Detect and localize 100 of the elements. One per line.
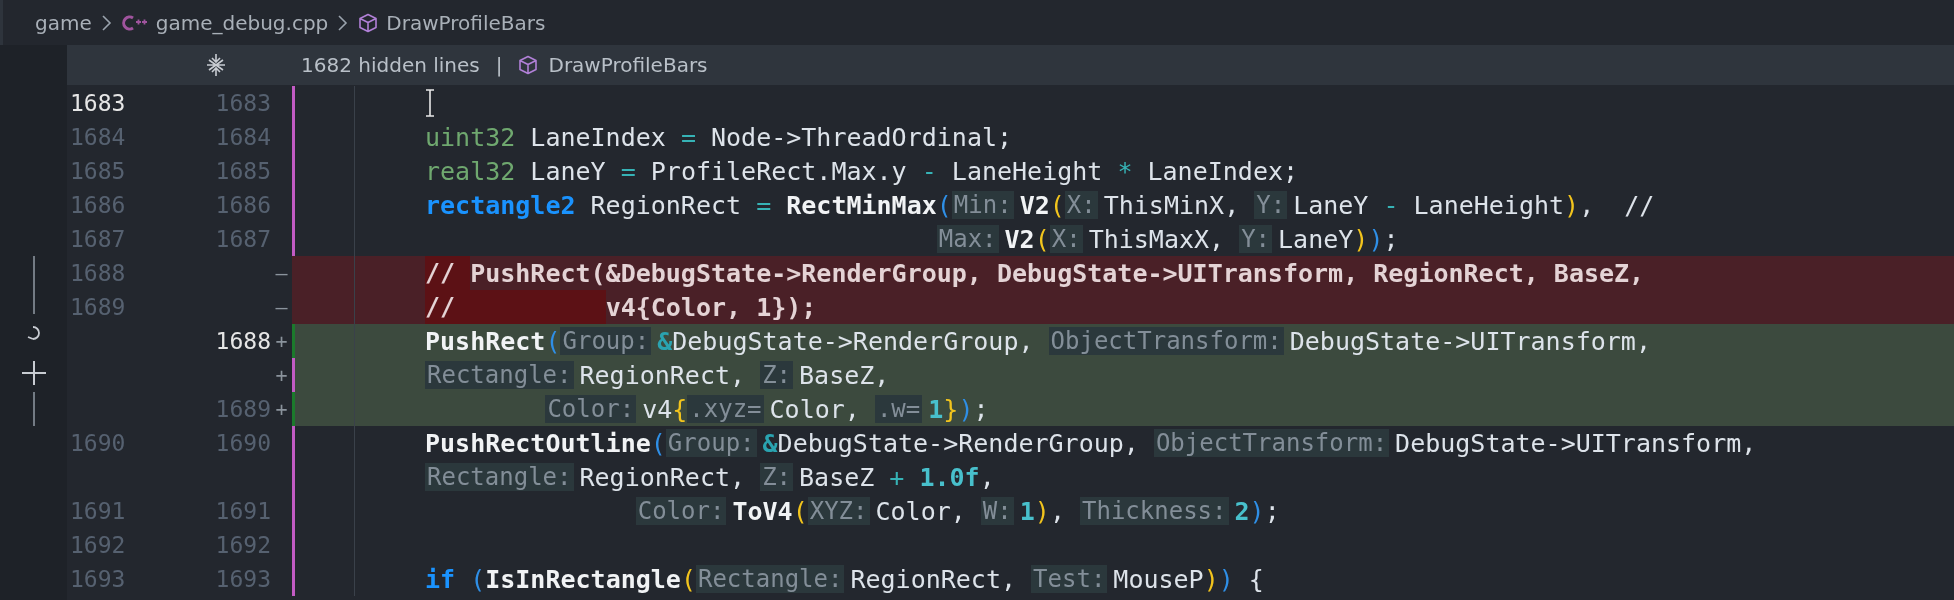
hidden-lines-label[interactable]: 1682 hidden lines: [301, 53, 480, 77]
code-token: V2: [1004, 224, 1035, 254]
code-token: ProfileRect.Max.y: [649, 156, 908, 186]
code-token: LaneHeight: [950, 156, 1104, 186]
code-token: ): [1034, 496, 1050, 526]
line-number: 1687: [214, 225, 271, 254]
code-token: (: [1049, 190, 1065, 220]
inlay-hint: Thickness:: [1080, 497, 1229, 525]
code-token: LaneIndex: [529, 122, 667, 152]
code-token: (: [650, 428, 666, 458]
line-number: 1683: [69, 89, 127, 118]
line-number: 1683: [214, 89, 271, 118]
code-token: ): [958, 394, 974, 424]
cube-icon: [358, 12, 379, 33]
code-token: PushRect(&DebugState->RenderGroup, DebugState->UITransform, RegionRect, BaseZ,: [470, 258, 1645, 288]
code-token: v4: [642, 394, 673, 424]
inlay-hint: Rectangle:: [425, 463, 574, 491]
cpp-file-icon: [121, 13, 148, 32]
code-token: ): [1564, 190, 1580, 220]
code-token: Color,: [769, 394, 861, 424]
code-token: DebugState->UITransform,: [1395, 428, 1757, 458]
inlay-hint: X:: [1049, 225, 1083, 253]
line-number: 1684: [214, 123, 271, 152]
code-token: LaneIndex;: [1146, 156, 1299, 186]
breadcrumb-item[interactable]: DrawProfileBars: [386, 10, 546, 35]
code-token: RectMinMax: [785, 190, 937, 220]
code-token: ThisMaxX,: [1088, 224, 1226, 254]
cube-icon: [518, 55, 539, 75]
inlay-hint: W:: [980, 497, 1014, 525]
line-number: 1691: [69, 497, 127, 526]
inlay-hint: Group:: [560, 327, 652, 355]
line-number: 1689: [214, 395, 271, 424]
line-number: 1691: [214, 497, 271, 526]
line-number: 1685: [69, 157, 127, 186]
line-number: 1688: [214, 327, 271, 356]
code-token: (: [680, 564, 696, 594]
code-token: IsInRectangle: [485, 564, 681, 594]
diff-marker: —: [274, 260, 289, 287]
inlay-hint: Color:: [635, 497, 727, 525]
code-token: LaneY: [529, 156, 607, 186]
code-token: RegionRect,: [579, 462, 747, 492]
plus-icon: [20, 360, 47, 386]
code-token: DebugState->RenderGroup,: [672, 326, 1035, 356]
diff-marker: +: [274, 328, 289, 355]
code-token: -: [921, 156, 937, 186]
separator: |: [495, 53, 503, 77]
inlay-hint: Y:: [1254, 191, 1288, 219]
code-token: RegionRect: [589, 190, 743, 220]
inlay-hint: Y:: [1239, 225, 1273, 253]
chevron-icon: [99, 12, 114, 33]
code-token: ;: [1383, 224, 1399, 254]
code-token: =: [620, 156, 636, 186]
breadcrumb-item[interactable]: game: [35, 10, 92, 35]
code-token: {: [1247, 564, 1264, 594]
code-token: ): [1203, 564, 1219, 594]
deleted-text: //: [425, 256, 471, 290]
code-token: ;: [973, 394, 989, 424]
inlay-hint: .w=: [874, 395, 923, 423]
line-number: 1690: [214, 429, 271, 458]
breadcrumb-item[interactable]: game_debug.cpp: [155, 10, 329, 35]
code-token: {: [672, 394, 688, 424]
code-token: &: [657, 326, 673, 356]
code-token: (: [545, 326, 561, 356]
diff-marker: +: [274, 396, 289, 423]
code-token: ): [1218, 564, 1234, 594]
inlay-hint: Color:: [545, 395, 637, 423]
code-token: BaseZ,: [799, 360, 890, 390]
code-token: PushRectOutline: [425, 428, 651, 458]
code-token: ThisMinX,: [1103, 190, 1241, 220]
code-token: LaneY: [1278, 224, 1354, 254]
text-cursor-icon: [423, 88, 437, 118]
code-token: LaneHeight: [1412, 190, 1565, 220]
inlay-hint: Group:: [665, 429, 757, 457]
deleted-text: //: [425, 290, 606, 324]
code-token: *: [1117, 156, 1133, 186]
code-token: v4{Color, 1});: [605, 292, 817, 322]
code-token: V2: [1019, 190, 1050, 220]
line-number: 1684: [69, 123, 127, 152]
code-token: ToV4: [732, 496, 793, 526]
inlay-hint: Rectangle:: [425, 361, 574, 389]
code-token: =: [680, 122, 696, 152]
code-token: ): [1368, 224, 1384, 254]
line-number: 1692: [69, 531, 127, 560]
unfold-icon: [205, 52, 227, 78]
code-token: 1.0f: [918, 462, 980, 492]
inlay-hint: Rectangle:: [695, 565, 845, 593]
line-number: 1685: [214, 157, 271, 186]
code-token: ,: [1049, 496, 1066, 526]
inlay-hint: Test:: [1031, 565, 1108, 593]
line-number: 1693: [214, 565, 271, 594]
code-token: -: [1383, 190, 1399, 220]
symbol-name[interactable]: DrawProfileBars: [548, 53, 708, 77]
inlay-hint: ObjectTransform:: [1048, 327, 1284, 355]
code-token: real32: [425, 156, 516, 186]
line-number: 1686: [214, 191, 271, 220]
inlay-hint: Z:: [760, 463, 794, 491]
code-token: (: [936, 190, 952, 220]
code-token: 2: [1234, 496, 1250, 526]
code-token: LaneY: [1293, 190, 1370, 220]
code-token: MouseP: [1113, 564, 1204, 594]
